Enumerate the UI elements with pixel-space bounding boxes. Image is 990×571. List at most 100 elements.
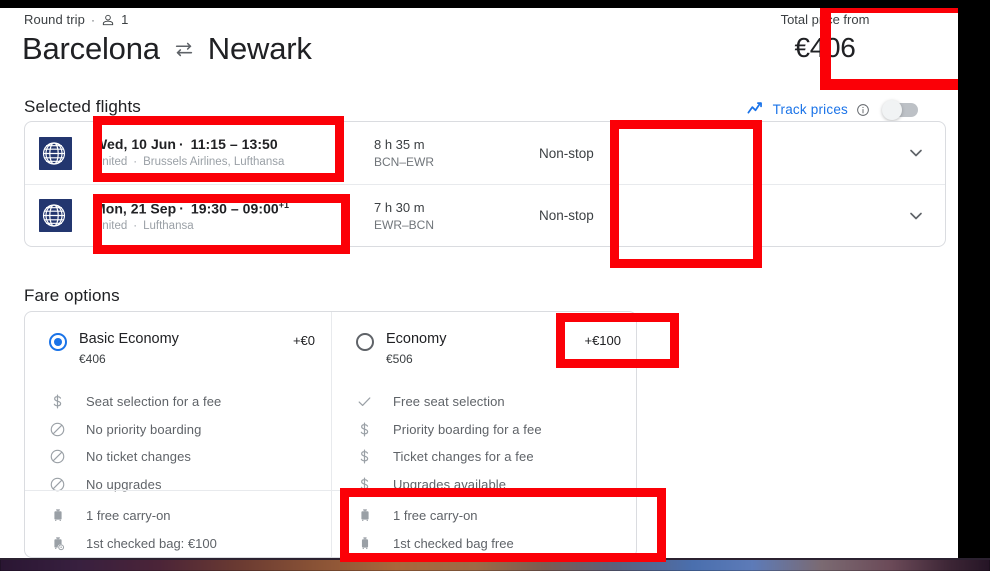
fare-options-heading: Fare options <box>24 286 120 305</box>
wallpaper-edge <box>0 558 990 560</box>
fare-card-basic-economy[interactable]: Basic Economy €406 +€0 Seat selection fo… <box>25 312 331 557</box>
flight-primary-info: Wed, 10 Jun · 11:15 – 13:50 United · Brusse… <box>94 135 374 171</box>
fare-feature: No ticket changes <box>41 443 315 471</box>
fare-options-container: Basic Economy €406 +€0 Seat selection fo… <box>24 311 637 558</box>
flight-duration: 7 h 30 m <box>374 199 425 215</box>
destination-city: Newark <box>207 31 312 66</box>
trend-line-icon <box>746 100 765 119</box>
total-price-label: Total price from <box>780 12 870 27</box>
fare-card-divider <box>332 490 636 491</box>
fare-card-economy[interactable]: Economy €506 +€100 Free seat selection P… <box>331 312 636 557</box>
fare-feature: Upgrades available <box>348 471 621 499</box>
fare-feature-label: Seat selection for a fee <box>86 394 222 410</box>
fare-baggage-label: 1st checked bag free <box>393 535 514 551</box>
fare-baggage-label: 1st checked bag: €100 <box>86 535 217 551</box>
fare-baggage-row: 1 free carry-on <box>41 501 315 529</box>
flight-operated-by: Brussels Airlines, Lufthansa <box>143 156 285 168</box>
fare-name-block: Basic Economy €406 <box>79 330 179 368</box>
origin-city: Barcelona <box>22 31 160 66</box>
flight-duration-block: 7 h 30 m EWR–BCN <box>374 198 539 234</box>
dollar-icon <box>49 393 66 410</box>
chevron-down-icon[interactable] <box>903 206 929 226</box>
fare-feature: Priority boarding for a fee <box>348 416 621 444</box>
flight-times: 19:30 – 09:00 <box>190 200 279 217</box>
swap-arrows-icon <box>173 38 195 60</box>
track-prices-label: Track prices <box>772 102 848 117</box>
fare-feature: Free seat selection <box>348 388 621 416</box>
fare-feature-label: Ticket changes for a fee <box>393 449 534 465</box>
flight-duration-block: 8 h 35 m BCN–EWR <box>374 135 539 171</box>
fare-baggage-row: 1 free carry-on <box>348 501 621 529</box>
fare-card-divider <box>25 490 331 491</box>
carry-on-bag-icon <box>356 507 373 523</box>
check-icon <box>356 393 373 410</box>
total-price-value: €406 <box>794 32 856 63</box>
fare-price-delta: +€0 <box>292 333 315 348</box>
flight-times: 11:15 – 13:50 <box>190 136 278 152</box>
person-icon <box>101 13 115 27</box>
fare-feature-label: Priority boarding for a fee <box>393 421 542 437</box>
flight-dot: · <box>178 136 184 152</box>
flight-row[interactable]: Mon, 21 Sep · 19:30 – 09:00+1 United · Luft… <box>25 184 945 246</box>
fare-name-block: Economy €506 <box>386 330 446 368</box>
toggle-knob <box>882 99 902 120</box>
carry-on-bag-icon <box>49 507 66 523</box>
flight-booking-page: Round trip · 1 Barcelona Newark Total pr… <box>0 8 958 558</box>
trip-meta-separator: · <box>90 12 96 27</box>
fare-feature: Ticket changes for a fee <box>348 443 621 471</box>
fare-feature: No upgrades <box>41 471 315 499</box>
flight-next-day-indicator: +1 <box>278 199 290 210</box>
prohibited-icon <box>49 421 66 438</box>
fare-baggage-label: 1 free carry-on <box>393 507 478 523</box>
fare-header: Economy €506 <box>348 330 621 368</box>
flight-datetime: Mon, 21 Sep · 19:30 – 09:00+1 <box>94 196 374 219</box>
flight-operated-by: Lufthansa <box>143 220 194 233</box>
flight-airports: BCN–EWR <box>374 155 435 169</box>
flight-dot: · <box>179 200 184 217</box>
flight-marketing-airline: United <box>94 220 128 233</box>
fare-feature-list: Free seat selection Priority boarding fo… <box>348 388 621 498</box>
flight-row[interactable]: Wed, 10 Jun · 11:15 – 13:50 United · Brusse… <box>25 122 945 184</box>
united-airlines-globe-logo <box>39 199 72 232</box>
flight-stops: Non-stop <box>539 208 594 223</box>
track-prices-control[interactable]: Track prices <box>746 99 918 120</box>
window-right-bar <box>958 0 990 558</box>
prohibited-icon <box>49 448 66 465</box>
trip-summary: Round trip · 1 <box>24 12 128 27</box>
fare-price: €506 <box>386 352 413 366</box>
total-price-block: Total price from €406 <box>740 10 910 66</box>
fare-feature: No priority boarding <box>41 416 315 444</box>
fare-baggage-list: 1 free carry-on 1st checked bag free <box>332 501 636 557</box>
fare-header: Basic Economy €406 <box>41 330 315 368</box>
fare-feature-list: Seat selection for a fee No priority boa… <box>41 388 315 498</box>
fare-name: Economy <box>386 331 447 347</box>
checked-bag-fee-icon <box>49 535 66 551</box>
chevron-down-icon[interactable] <box>903 143 929 163</box>
fare-baggage-label: 1 free carry-on <box>86 507 171 523</box>
fare-radio-unselected[interactable] <box>356 333 374 351</box>
fare-feature-label: No priority boarding <box>86 421 202 437</box>
flight-primary-info: Mon, 21 Sep · 19:30 – 09:00+1 United · Luft… <box>94 196 374 236</box>
fare-name: Basic Economy <box>79 331 179 347</box>
flight-airports: EWR–BCN <box>374 217 435 232</box>
checked-bag-free-icon <box>356 535 373 551</box>
flight-marketing-airline: United <box>94 156 128 168</box>
flight-duration: 8 h 35 m <box>374 137 425 152</box>
flight-datetime: Wed, 10 Jun · 11:15 – 13:50 <box>94 135 374 154</box>
screen: Round trip · 1 Barcelona Newark Total pr… <box>0 0 990 571</box>
info-circle-icon[interactable] <box>856 103 870 117</box>
operator-separator: · <box>133 220 138 233</box>
flight-date: Mon, 21 Sep <box>94 200 177 217</box>
dollar-icon <box>356 448 373 465</box>
fare-radio-selected[interactable] <box>49 333 67 351</box>
united-airlines-globe-logo <box>39 136 72 170</box>
flight-operator-info: United · Lufthansa <box>94 218 374 235</box>
selected-flights-card: Wed, 10 Jun · 11:15 – 13:50 United · Brusse… <box>24 121 946 247</box>
fare-price-delta: +€100 <box>584 333 621 348</box>
track-prices-toggle[interactable] <box>882 99 918 120</box>
flight-date: Wed, 10 Jun <box>94 136 176 152</box>
fare-baggage-row: 1st checked bag free <box>348 529 621 557</box>
trip-type-label: Round trip <box>24 12 85 27</box>
operator-separator: · <box>133 156 138 168</box>
passenger-count: 1 <box>121 12 129 27</box>
